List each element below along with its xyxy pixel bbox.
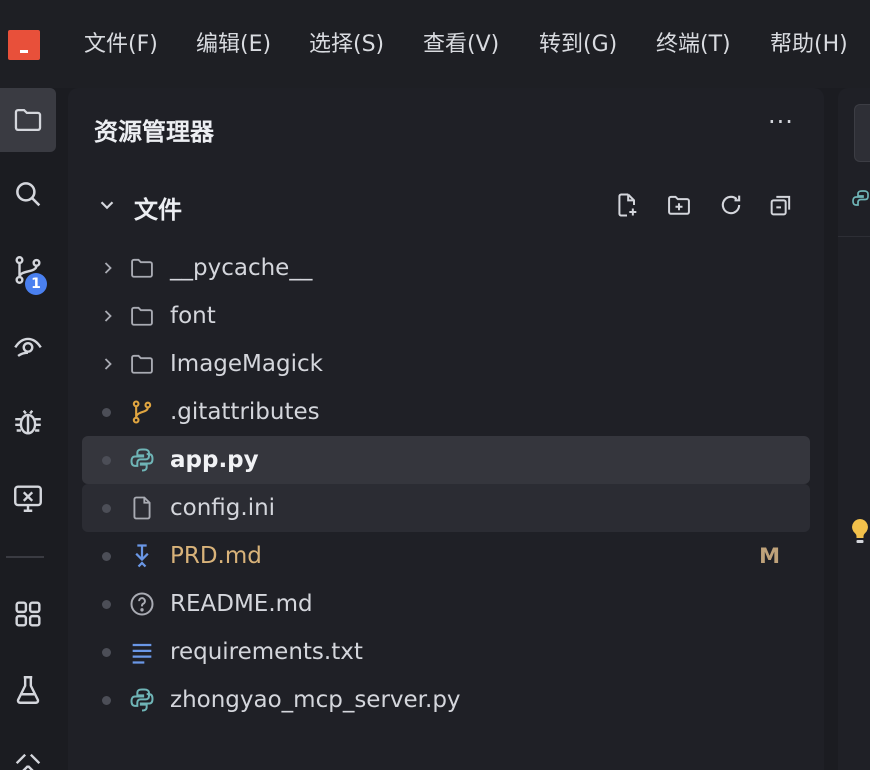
explorer-title: 资源管理器 <box>94 118 214 146</box>
search-icon <box>16 182 41 207</box>
more-actions-button[interactable]: ··· <box>766 110 796 138</box>
dot-indicator <box>102 648 111 657</box>
tree-item-label: ImageMagick <box>170 351 323 377</box>
folder-icon <box>131 306 153 326</box>
tree-item-config-ini[interactable]: config.ini <box>82 484 810 532</box>
activity-extensions[interactable] <box>0 582 56 646</box>
refresh-button[interactable] <box>716 190 746 220</box>
menu-terminal[interactable]: 终端(T) <box>656 30 731 60</box>
tree-item-label: font <box>170 303 216 329</box>
activity-debug[interactable] <box>0 390 56 454</box>
dot-indicator <box>102 504 111 513</box>
refresh-icon <box>721 195 741 215</box>
editor-area <box>838 88 870 770</box>
collapse-all-icon <box>770 195 791 216</box>
eye-icon <box>14 337 42 357</box>
text-lines-icon <box>132 643 152 664</box>
menu-bar: 文件(F) 编辑(E) 选择(S) 查看(V) 转到(G) 终端(T) 帮助(H… <box>0 0 870 88</box>
activity-tools[interactable] <box>0 734 56 770</box>
tree-item-zhongyao-mcp-server-py[interactable]: zhongyao_mcp_server.py <box>82 676 810 724</box>
download-arrow-icon <box>135 544 149 568</box>
chevron-right-icon[interactable] <box>98 353 118 375</box>
new-folder-button[interactable] <box>664 190 694 220</box>
new-file-button[interactable] <box>612 190 642 220</box>
file-icon <box>133 496 151 520</box>
remote-icon <box>14 485 42 512</box>
editor-divider <box>838 236 870 237</box>
app-logo-icon[interactable] <box>8 30 40 60</box>
tree-item-gitattributes[interactable]: .gitattributes <box>82 388 810 436</box>
git-branch-icon <box>132 400 152 424</box>
tree-item-label: __pycache__ <box>170 255 313 281</box>
testing-icon <box>16 676 40 704</box>
tree-item-label: config.ini <box>170 495 276 521</box>
activity-explorer[interactable] <box>0 88 56 152</box>
python-icon <box>130 688 154 712</box>
question-icon <box>130 592 154 616</box>
new-file-icon <box>618 193 637 217</box>
menu-help[interactable]: 帮助(H) <box>770 30 848 60</box>
tree-item-label: PRD.md <box>170 543 262 569</box>
tree-item-readme-md[interactable]: README.md <box>82 580 810 628</box>
lightbulb-icon[interactable] <box>848 516 870 548</box>
dot-indicator <box>102 456 111 465</box>
dot-indicator <box>102 696 111 705</box>
menu-edit[interactable]: 编辑(E) <box>196 30 271 60</box>
tree-item-prd-md[interactable]: PRD.md M <box>82 532 810 580</box>
debug-icon <box>15 409 41 435</box>
activity-bar: 1 <box>0 88 56 770</box>
chevron-down-icon[interactable] <box>96 194 118 216</box>
dot-indicator <box>102 408 111 417</box>
activity-remote[interactable] <box>0 466 56 530</box>
activity-search[interactable] <box>0 162 56 226</box>
activity-separator <box>6 556 44 558</box>
tree-item-imagemagick[interactable]: ImageMagick <box>82 340 810 388</box>
folder-icon <box>131 354 153 374</box>
tree-item-label: requirements.txt <box>170 639 363 665</box>
tree-item-font[interactable]: font <box>82 292 810 340</box>
tree-item-label: app.py <box>170 447 259 473</box>
tree-item-app-py[interactable]: app.py <box>82 436 810 484</box>
tree-item-pycache[interactable]: __pycache__ <box>82 244 810 292</box>
menu-selection[interactable]: 选择(S) <box>309 30 384 60</box>
explorer-panel: 资源管理器 ··· 文件 __pycache__ font ImageMagic… <box>68 88 824 770</box>
dot-indicator <box>102 600 111 609</box>
menu-view[interactable]: 查看(V) <box>423 30 499 60</box>
chevron-right-icon[interactable] <box>98 305 118 327</box>
tree-item-requirements-txt[interactable]: requirements.txt <box>82 628 810 676</box>
new-folder-icon <box>668 195 690 215</box>
activity-source-control[interactable]: 1 <box>0 238 56 302</box>
menu-file[interactable]: 文件(F) <box>84 30 158 60</box>
editor-tab[interactable] <box>854 104 870 162</box>
folder-icon <box>131 258 153 278</box>
modified-badge: M <box>759 544 780 568</box>
dot-indicator <box>102 552 111 561</box>
chevron-right-icon[interactable] <box>98 257 118 279</box>
python-icon <box>130 448 154 472</box>
activity-testing[interactable] <box>0 658 56 722</box>
tree-item-label: zhongyao_mcp_server.py <box>170 687 461 713</box>
menu-go[interactable]: 转到(G) <box>539 30 617 60</box>
section-title[interactable]: 文件 <box>134 190 182 225</box>
ide-window: 文件(F) 编辑(E) 选择(S) 查看(V) 转到(G) 终端(T) 帮助(H… <box>0 0 870 770</box>
tree-item-label: .gitattributes <box>170 399 320 425</box>
python-icon <box>852 190 869 206</box>
files-icon <box>14 108 42 132</box>
source-control-badge: 1 <box>25 273 47 295</box>
activity-eye[interactable] <box>0 314 56 378</box>
collapse-all-button[interactable] <box>766 190 796 220</box>
extensions-icon <box>15 601 41 627</box>
tree-item-label: README.md <box>170 591 313 617</box>
tools-icon <box>15 753 41 770</box>
